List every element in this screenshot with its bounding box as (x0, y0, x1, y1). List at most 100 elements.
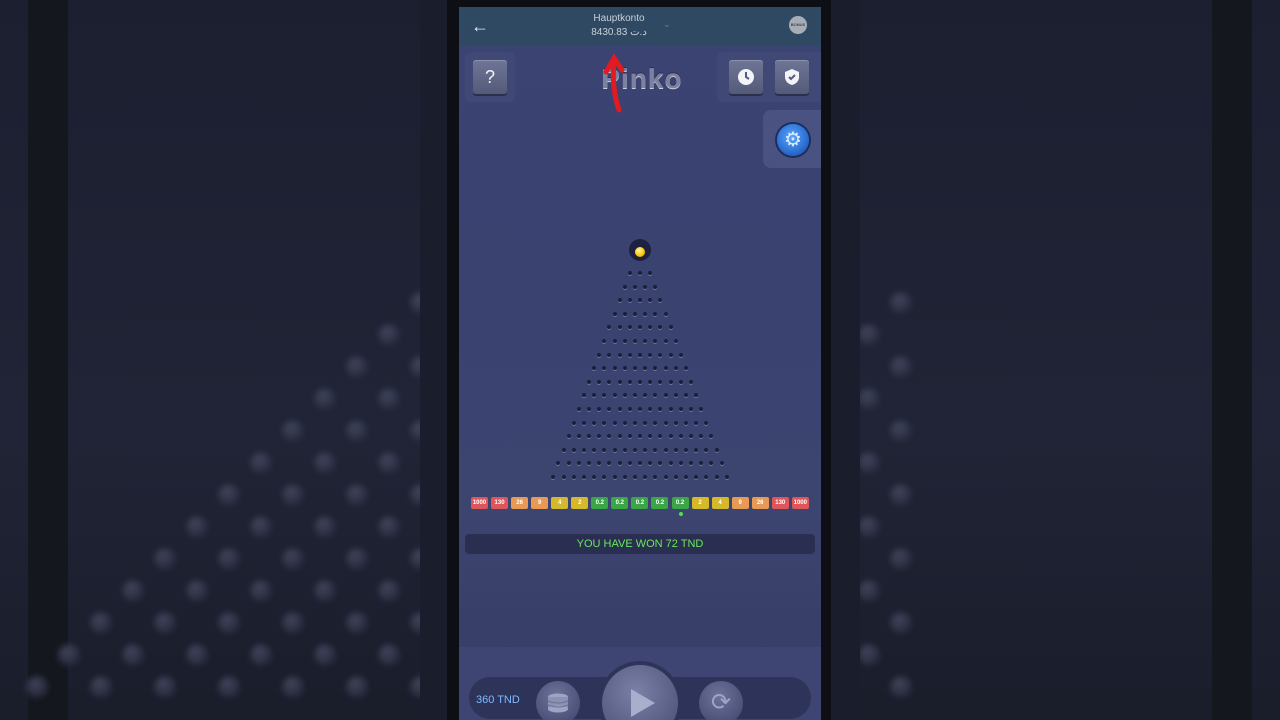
background-peg (410, 420, 420, 442)
peg (638, 434, 642, 439)
multiplier-slot: 130 (491, 497, 509, 509)
bonus-icon[interactable]: BONUS (789, 16, 807, 34)
peg (658, 379, 663, 384)
peg (612, 366, 617, 371)
background-peg (378, 388, 400, 410)
account-header: ← Hauptkonto 8430.83 د.ت ⌄ BONUS (459, 7, 821, 46)
peg (643, 393, 648, 398)
peg (648, 434, 653, 439)
peg (587, 461, 591, 466)
settings-button-wrap: ⚙ (763, 110, 821, 168)
red-annotation-arrow (603, 53, 625, 113)
peg (663, 366, 668, 371)
peg (689, 461, 693, 466)
background-peg (860, 452, 880, 474)
peg (678, 407, 683, 411)
background-peg (410, 676, 420, 698)
play-icon (631, 689, 655, 717)
peg (673, 447, 678, 452)
background-peg (154, 612, 176, 634)
play-button[interactable] (602, 665, 678, 720)
peg (653, 366, 658, 371)
background-peg (890, 612, 912, 634)
help-button[interactable]: ? (473, 60, 507, 94)
peg (556, 461, 561, 466)
clock-icon[interactable] (729, 60, 763, 94)
background-peg (250, 516, 272, 538)
peg (607, 407, 612, 411)
peg (643, 447, 648, 452)
peg (653, 475, 658, 479)
background-peg (378, 516, 400, 538)
peg (673, 366, 678, 371)
peg (704, 475, 709, 479)
peg (699, 461, 704, 466)
peg (617, 434, 622, 439)
peg (612, 475, 617, 479)
peg (576, 461, 581, 466)
background-peg (890, 484, 912, 506)
multiplier-slot: 1000 (471, 497, 488, 509)
peg (617, 352, 622, 357)
shield-check-icon[interactable] (775, 60, 809, 94)
peg (694, 420, 699, 425)
peg (602, 393, 607, 398)
peg (622, 339, 627, 343)
peg (719, 461, 724, 466)
bet-amount[interactable]: 360 TND (476, 694, 520, 706)
peg (638, 325, 642, 330)
chevron-down-icon[interactable]: ⌄ (663, 19, 671, 30)
peg (617, 298, 622, 303)
multiplier-slot: 26 (751, 497, 769, 509)
peg (581, 420, 586, 425)
peg (607, 379, 612, 384)
gear-icon[interactable]: ⚙ (777, 124, 809, 156)
peg (678, 379, 683, 384)
background-peg (410, 292, 420, 314)
peg (622, 311, 627, 316)
peg (714, 475, 719, 479)
peg (648, 379, 653, 384)
peg (658, 325, 663, 330)
peg (648, 271, 653, 275)
background-peg (90, 676, 112, 698)
top-right-buttons-wrap (717, 52, 821, 102)
background-peg (346, 548, 368, 570)
background-peg (860, 324, 880, 346)
help-button-wrap: ? (465, 52, 515, 102)
background-peg (314, 644, 336, 666)
peg (612, 447, 617, 452)
refresh-icon[interactable]: ⟳ (699, 681, 743, 720)
peg (607, 352, 612, 357)
multiplier-slot: 0.2 (611, 497, 629, 509)
background-peg (154, 548, 176, 570)
multiplier-slot: 1000 (791, 497, 809, 509)
coins-stack-icon[interactable] (536, 681, 580, 720)
background-peg (186, 580, 208, 602)
background-peg (282, 612, 304, 634)
peg (653, 339, 658, 343)
background-peg (282, 548, 304, 570)
background-peg (378, 644, 400, 666)
multiplier-slot: 2 (691, 497, 709, 509)
background-peg (890, 420, 912, 442)
peg (694, 447, 699, 452)
peg (617, 325, 622, 330)
peg (673, 339, 678, 343)
peg (689, 434, 693, 439)
peg (587, 434, 591, 439)
peg (724, 475, 729, 479)
multiplier-slot: 0.2 (591, 497, 609, 509)
background-left (0, 0, 420, 720)
background-peg (860, 516, 880, 538)
peg (673, 420, 678, 425)
peg (627, 352, 632, 357)
result-message: YOU HAVE WON 72 TND (465, 534, 815, 554)
background-peg (282, 676, 304, 698)
peg (571, 475, 576, 479)
multiplier-slot: 4 (551, 497, 569, 509)
peg (587, 407, 591, 411)
peg (689, 379, 693, 384)
background-peg (218, 484, 240, 506)
peg (663, 311, 668, 316)
